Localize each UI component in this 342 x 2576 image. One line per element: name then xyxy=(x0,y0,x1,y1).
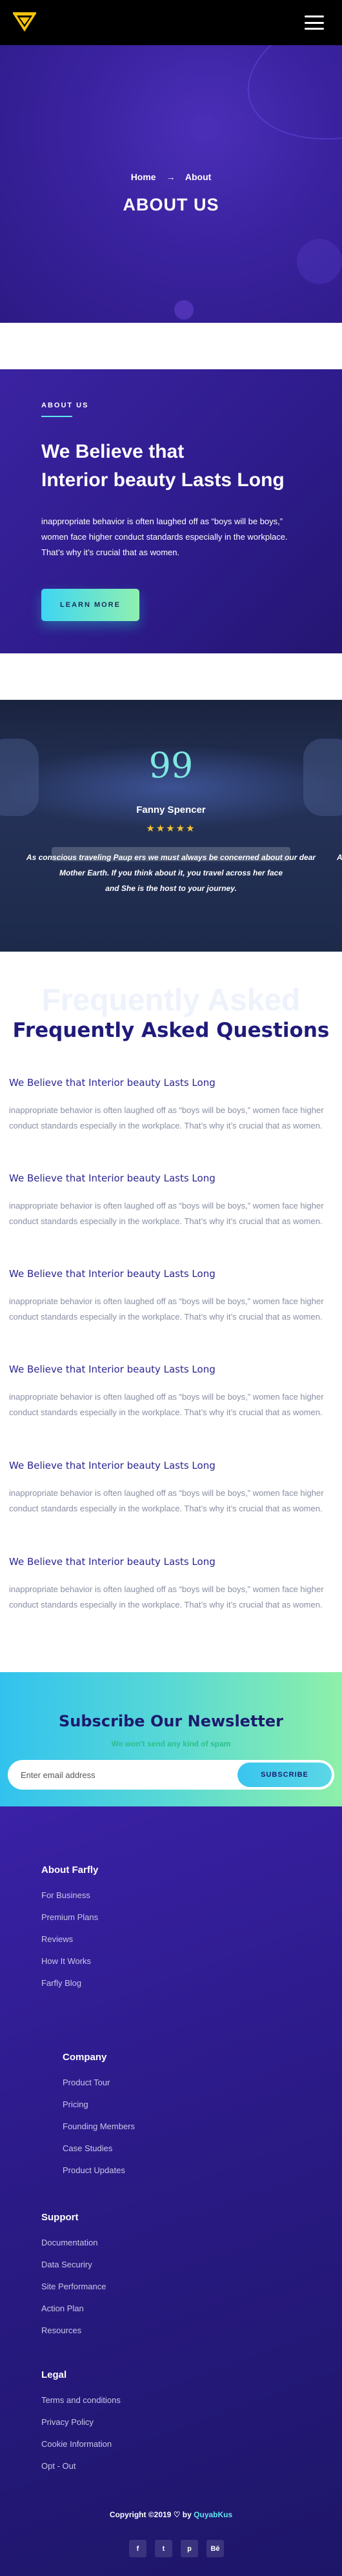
newsletter-section: Subscribe Our Newsletter We won't send a… xyxy=(0,1672,342,1806)
footer-link[interactable]: Founding Members xyxy=(63,2121,135,2131)
subscribe-button[interactable]: SUBSCRIBE xyxy=(237,1763,332,1787)
diamond-logo-icon xyxy=(13,12,36,32)
email-input[interactable] xyxy=(21,1760,227,1790)
copyright-by: by xyxy=(182,2510,192,2519)
footer-link[interactable]: Action Plan xyxy=(41,2304,84,2313)
section-kicker: ABOUT US xyxy=(41,402,89,409)
about-text: inappropriate behavior is often laughed … xyxy=(41,516,288,557)
menu-bar xyxy=(305,21,324,24)
faq-question[interactable]: We Believe that Interior beauty Lasts Lo… xyxy=(9,1077,325,1089)
breadcrumb-home[interactable]: Home xyxy=(131,172,156,182)
faq-item: We Believe that Interior beauty Lasts Lo… xyxy=(9,1556,325,1613)
newsletter-title: Subscribe Our Newsletter xyxy=(59,1712,283,1730)
facebook-icon[interactable]: f xyxy=(129,2540,146,2557)
newsletter-form: SUBSCRIBE xyxy=(8,1760,334,1790)
faq-item: We Believe that Interior beauty Lasts Lo… xyxy=(9,1364,325,1420)
faq-title: Frequently Asked Questions xyxy=(12,1019,330,1042)
menu-bar xyxy=(305,28,324,30)
footer-link[interactable]: Data Securiry xyxy=(41,2260,92,2269)
footer-link[interactable]: Pricing xyxy=(63,2100,88,2109)
faq-answer: inappropriate behavior is often laughed … xyxy=(9,1584,324,1610)
faq-answer: inappropriate behavior is often laughed … xyxy=(9,1296,324,1322)
testimonial-section: 99 Fanny Spencer ★★★★★ As conscious trav… xyxy=(0,700,342,952)
decor-dot xyxy=(297,239,342,284)
testimonial-author: Fanny Spencer xyxy=(136,804,206,815)
twitter-icon[interactable]: t xyxy=(155,2540,172,2557)
behance-icon[interactable]: Bē xyxy=(206,2540,224,2557)
faq-question[interactable]: We Believe that Interior beauty Lasts Lo… xyxy=(9,1556,325,1568)
faq-item: We Believe that Interior beauty Lasts Lo… xyxy=(9,1077,325,1134)
star-rating-icon: ★★★★★ xyxy=(146,823,196,834)
hamburger-menu-icon[interactable] xyxy=(305,15,324,30)
menu-bar xyxy=(305,15,324,17)
breadcrumb: Home → About xyxy=(0,172,342,182)
footer-link[interactable]: Farfly Blog xyxy=(41,1978,81,1988)
about-heading-line1: We Believe that xyxy=(41,441,185,462)
footer-link[interactable]: Privacy Policy xyxy=(41,2417,94,2427)
footer-link[interactable]: Product Updates xyxy=(63,2165,125,2175)
faq-question[interactable]: We Believe that Interior beauty Lasts Lo… xyxy=(9,1460,325,1471)
copyright-prefix: Copyright ©2019 xyxy=(109,2510,172,2519)
kicker-underline xyxy=(41,416,72,417)
footer-link[interactable]: How It Works xyxy=(41,1956,91,1966)
footer-column-support: Support Documentation Data Securiry Site… xyxy=(41,2212,106,2347)
about-section: ABOUT US We Believe that Interior beauty… xyxy=(0,369,342,653)
footer-column-title: Legal xyxy=(41,2369,67,2380)
logo-link[interactable] xyxy=(10,7,39,39)
quote-line: and She is the host to your journey. xyxy=(105,884,237,893)
pinterest-icon[interactable]: p xyxy=(181,2540,198,2557)
decor-dot xyxy=(174,300,194,320)
footer-link[interactable]: Terms and conditions xyxy=(41,2395,121,2405)
footer-column-title: Company xyxy=(63,2052,107,2063)
hero-banner: Home → About ABOUT US xyxy=(0,45,342,323)
footer-link[interactable]: Premium Plans xyxy=(41,1912,98,1922)
quote-icon: 99 xyxy=(148,745,194,786)
footer-link[interactable]: Resources xyxy=(41,2326,81,2335)
faq-answer: inappropriate behavior is often laughed … xyxy=(9,1105,324,1130)
site-footer: About Farfly For Business Premium Plans … xyxy=(0,1806,342,2576)
footer-column-about: About Farfly For Business Premium Plans … xyxy=(41,1865,98,1999)
arrow-right-icon: → xyxy=(166,172,176,182)
footer-column-legal: Legal Terms and conditions Privacy Polic… xyxy=(41,2369,121,2482)
faq-answer: inappropriate behavior is often laughed … xyxy=(9,1201,324,1226)
faq-question[interactable]: We Believe that Interior beauty Lasts Lo… xyxy=(9,1172,325,1184)
footer-link[interactable]: Reviews xyxy=(41,1934,73,1944)
faq-answer: inappropriate behavior is often laughed … xyxy=(9,1392,324,1417)
social-links: f t p Bē xyxy=(129,2540,224,2557)
learn-more-button[interactable]: LEARN MORE xyxy=(41,589,139,621)
about-heading-line2: Interior beauty Lasts Long xyxy=(41,469,285,491)
decor-ring xyxy=(232,45,342,162)
faq-ghost-title: Frequently Asked xyxy=(41,983,301,1017)
footer-column-title: About Farfly xyxy=(41,1865,99,1876)
footer-column-company: Company Product Tour Pricing Founding Me… xyxy=(63,2052,135,2187)
heart-icon: ♡ xyxy=(173,2510,181,2519)
page: Home → About ABOUT US ABOUT US We Believ… xyxy=(0,0,342,2576)
quote-line-tail: A xyxy=(337,853,342,862)
footer-link[interactable]: Opt - Out xyxy=(41,2461,75,2471)
faq-question[interactable]: We Believe that Interior beauty Lasts Lo… xyxy=(9,1268,325,1280)
site-header xyxy=(0,0,342,45)
footer-link[interactable]: For Business xyxy=(41,1890,90,1900)
faq-item: We Believe that Interior beauty Lasts Lo… xyxy=(9,1460,325,1517)
page-title: ABOUT US xyxy=(123,195,219,214)
faq-item: We Believe that Interior beauty Lasts Lo… xyxy=(9,1172,325,1229)
breadcrumb-current: About xyxy=(185,172,212,182)
footer-link[interactable]: Documentation xyxy=(41,2238,97,2247)
about-heading: We Believe that Interior beauty Lasts Lo… xyxy=(41,438,312,495)
quote-line: Mother Earth. If you think about it, you… xyxy=(59,868,283,877)
footer-link[interactable]: Site Performance xyxy=(41,2282,106,2291)
copyright-text: Copyright ©2019 ♡ by QuyabKus xyxy=(0,2510,342,2519)
faq-item: We Believe that Interior beauty Lasts Lo… xyxy=(9,1268,325,1325)
newsletter-subtitle: We won't send any kind of spam xyxy=(111,1739,231,1748)
footer-column-title: Support xyxy=(41,2212,79,2223)
testimonial-quote: As conscious traveling Paup ers we must … xyxy=(0,850,342,896)
footer-link[interactable]: Case Studies xyxy=(63,2143,112,2153)
quote-line: As conscious traveling Paup ers we must … xyxy=(26,853,316,862)
faq-answer: inappropriate behavior is often laughed … xyxy=(9,1488,324,1513)
faq-question[interactable]: We Believe that Interior beauty Lasts Lo… xyxy=(9,1364,325,1375)
footer-link[interactable]: Cookie Information xyxy=(41,2439,112,2449)
author-link[interactable]: QuyabKus xyxy=(194,2510,232,2519)
footer-link[interactable]: Product Tour xyxy=(63,2078,110,2087)
